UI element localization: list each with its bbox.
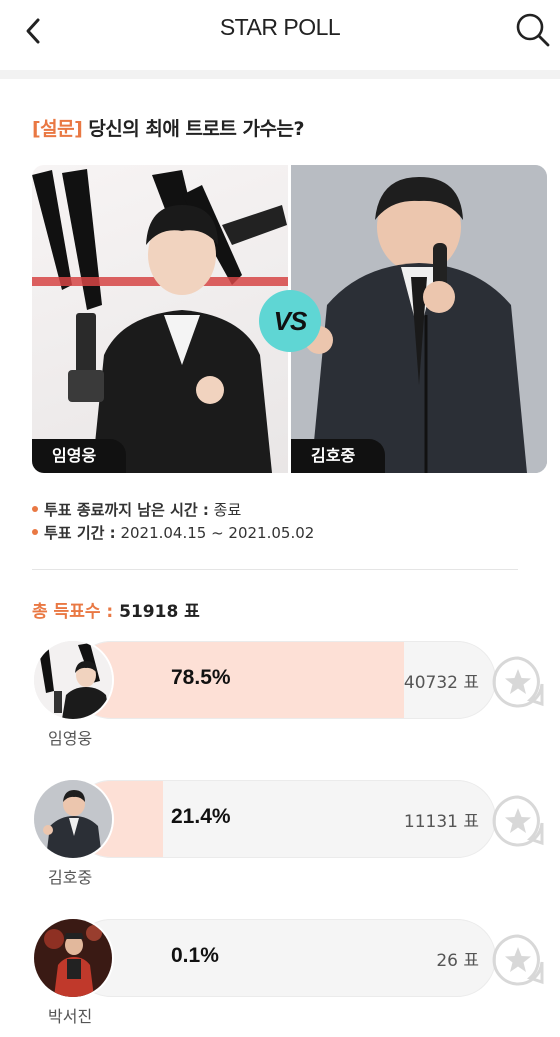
candidate-photo-right[interactable]: 김호중 (291, 165, 547, 473)
result-bar: 78.5% 40732 표 (72, 641, 496, 719)
page-title: STAR POLL (219, 14, 341, 40)
poll-period: 투표 기간 : 2021.04.15 ~ 2021.05.02 (32, 522, 314, 543)
avatar (32, 917, 114, 999)
result-row: 21.4% 11131 표 김호중 (32, 778, 496, 887)
vote-star-button[interactable] (490, 654, 546, 710)
photo-left-illustration (32, 169, 288, 473)
result-row: 78.5% 40732 표 임영웅 (32, 639, 496, 748)
candidate-name-right: 김호중 (291, 439, 386, 473)
result-bar: 21.4% 11131 표 (72, 780, 496, 858)
search-icon (516, 13, 550, 47)
result-percent: 21.4% (171, 805, 231, 828)
result-bar-fill (73, 642, 405, 718)
result-votes: 40732 표 (403, 673, 479, 693)
search-button[interactable] (514, 10, 552, 50)
star-vote-icon (492, 934, 544, 986)
total-value: 51918 표 (119, 602, 200, 622)
candidate-photo-left[interactable]: 임영웅 (32, 165, 288, 473)
avatar (32, 778, 114, 860)
period-label: 투표 기간 : (44, 524, 116, 542)
candidate-name-left: 임영웅 (32, 439, 127, 473)
remaining-time: 투표 종료까지 남은 시간 : 종료 (32, 499, 241, 520)
avatar (32, 639, 114, 721)
bullet-icon (32, 505, 38, 512)
section-divider (32, 569, 518, 570)
star-vote-icon (492, 656, 544, 708)
question-text: 당신의 최애 트로트 가수는? (88, 118, 304, 140)
vote-star-button[interactable] (490, 793, 546, 849)
remaining-value: 종료 (213, 501, 242, 519)
result-bar: 0.1% 26 표 (72, 919, 496, 997)
result-name: 박서진 (48, 1007, 93, 1026)
result-percent: 78.5% (171, 666, 231, 689)
result-votes: 26 표 (436, 951, 479, 971)
result-row: 0.1% 26 표 박서진 (32, 917, 496, 1026)
total-votes: 총 득표수 : 51918 표 (32, 597, 200, 622)
result-name: 김호중 (48, 868, 93, 887)
question-tag: [설문] (32, 118, 83, 140)
total-label: 총 득표수 : (32, 602, 114, 622)
poll-question: [설문] 당신의 최애 트로트 가수는? (32, 114, 304, 141)
app-header: STAR POLL (0, 0, 560, 62)
remaining-label: 투표 종료까지 남은 시간 : (44, 501, 209, 519)
result-percent: 0.1% (171, 944, 219, 967)
photo-right-illustration (291, 165, 547, 473)
result-name: 임영웅 (48, 729, 93, 748)
period-value: 2021.04.15 ~ 2021.05.02 (120, 524, 315, 542)
vote-star-button[interactable] (490, 932, 546, 988)
header-divider (0, 70, 560, 79)
star-vote-icon (492, 795, 544, 847)
result-votes: 11131 표 (403, 812, 479, 832)
vs-badge: VS (259, 290, 321, 352)
bullet-icon (32, 528, 38, 535)
